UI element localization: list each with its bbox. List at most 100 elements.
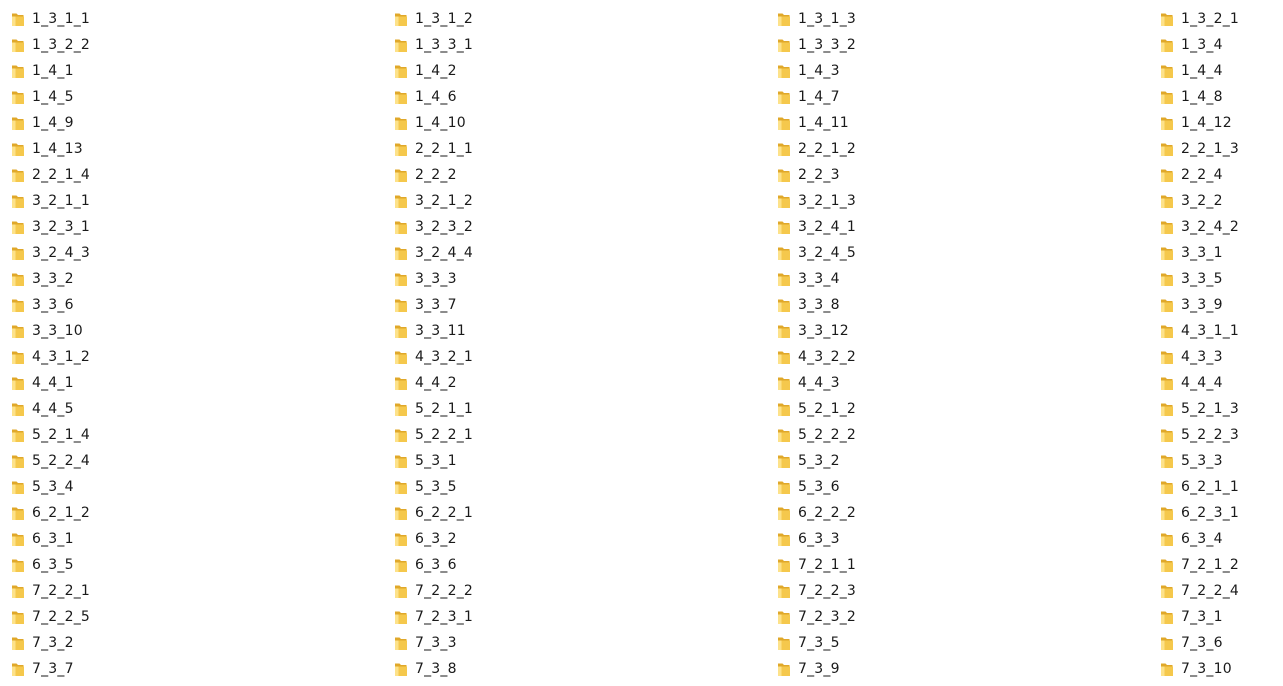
folder-item[interactable]: 5_2_1_4	[8, 422, 388, 448]
folder-item[interactable]: 6_3_3	[774, 526, 1154, 552]
folder-item[interactable]: 5_2_2_3	[1157, 422, 1283, 448]
folder-item[interactable]: 1_4_7	[774, 84, 1154, 110]
folder-item[interactable]: 7_2_3_2	[774, 604, 1154, 630]
folder-item[interactable]: 4_4_4	[1157, 370, 1283, 396]
folder-item[interactable]: 7_2_3_1	[391, 604, 771, 630]
folder-item[interactable]: 1_3_4	[1157, 32, 1283, 58]
folder-item[interactable]: 2_2_4	[1157, 162, 1283, 188]
folder-item[interactable]: 4_4_5	[8, 396, 388, 422]
folder-item[interactable]: 7_3_7	[8, 656, 388, 682]
folder-item[interactable]: 7_2_2_2	[391, 578, 771, 604]
folder-item[interactable]: 5_3_5	[391, 474, 771, 500]
folder-item[interactable]: 6_3_2	[391, 526, 771, 552]
folder-item[interactable]: 4_3_1_1	[1157, 318, 1283, 344]
folder-item[interactable]: 3_2_4_4	[391, 240, 771, 266]
folder-item[interactable]: 3_3_8	[774, 292, 1154, 318]
folder-item[interactable]: 3_2_1_2	[391, 188, 771, 214]
folder-item[interactable]: 4_3_3	[1157, 344, 1283, 370]
folder-item[interactable]: 7_2_1_1	[774, 552, 1154, 578]
folder-item[interactable]: 3_3_11	[391, 318, 771, 344]
folder-item[interactable]: 3_3_9	[1157, 292, 1283, 318]
folder-item[interactable]: 5_2_1_1	[391, 396, 771, 422]
folder-item[interactable]: 6_3_6	[391, 552, 771, 578]
folder-item[interactable]: 6_2_1_1	[1157, 474, 1283, 500]
folder-item[interactable]: 7_2_1_2	[1157, 552, 1283, 578]
folder-item[interactable]: 3_2_4_3	[8, 240, 388, 266]
folder-item[interactable]: 4_4_3	[774, 370, 1154, 396]
folder-item[interactable]: 3_2_4_2	[1157, 214, 1283, 240]
folder-item[interactable]: 3_3_2	[8, 266, 388, 292]
folder-item[interactable]: 3_3_6	[8, 292, 388, 318]
folder-item[interactable]: 3_2_4_1	[774, 214, 1154, 240]
folder-item[interactable]: 1_4_4	[1157, 58, 1283, 84]
folder-item[interactable]: 1_4_9	[8, 110, 388, 136]
folder-item[interactable]: 5_2_2_4	[8, 448, 388, 474]
folder-item[interactable]: 1_4_11	[774, 110, 1154, 136]
folder-item[interactable]: 5_2_2_1	[391, 422, 771, 448]
folder-item[interactable]: 1_3_1_1	[8, 6, 388, 32]
folder-item[interactable]: 1_3_1_3	[774, 6, 1154, 32]
folder-item[interactable]: 6_2_2_1	[391, 500, 771, 526]
folder-item[interactable]: 2_2_2	[391, 162, 771, 188]
folder-item[interactable]: 3_3_12	[774, 318, 1154, 344]
folder-item[interactable]: 5_3_2	[774, 448, 1154, 474]
folder-item[interactable]: 3_2_3_2	[391, 214, 771, 240]
folder-item[interactable]: 7_3_10	[1157, 656, 1283, 682]
folder-item[interactable]: 4_4_2	[391, 370, 771, 396]
folder-item[interactable]: 7_3_6	[1157, 630, 1283, 656]
folder-item[interactable]: 3_3_7	[391, 292, 771, 318]
folder-item[interactable]: 6_3_1	[8, 526, 388, 552]
folder-item[interactable]: 7_2_2_1	[8, 578, 388, 604]
folder-item[interactable]: 4_3_2_2	[774, 344, 1154, 370]
folder-item[interactable]: 6_2_3_1	[1157, 500, 1283, 526]
folder-item[interactable]: 5_3_1	[391, 448, 771, 474]
folder-item[interactable]: 7_3_1	[1157, 604, 1283, 630]
folder-item[interactable]: 1_4_6	[391, 84, 771, 110]
folder-item[interactable]: 6_3_5	[8, 552, 388, 578]
folder-item[interactable]: 2_2_1_2	[774, 136, 1154, 162]
folder-item[interactable]: 1_4_12	[1157, 110, 1283, 136]
folder-item[interactable]: 4_3_1_2	[8, 344, 388, 370]
folder-item[interactable]: 7_3_3	[391, 630, 771, 656]
folder-item[interactable]: 2_2_1_1	[391, 136, 771, 162]
folder-item[interactable]: 1_4_3	[774, 58, 1154, 84]
folder-item[interactable]: 5_3_3	[1157, 448, 1283, 474]
folder-item[interactable]: 4_4_1	[8, 370, 388, 396]
folder-item[interactable]: 6_2_1_2	[8, 500, 388, 526]
folder-item[interactable]: 7_2_2_5	[8, 604, 388, 630]
folder-item[interactable]: 1_3_2_2	[8, 32, 388, 58]
folder-item[interactable]: 3_2_2	[1157, 188, 1283, 214]
folder-item[interactable]: 2_2_1_4	[8, 162, 388, 188]
folder-item[interactable]: 1_4_13	[8, 136, 388, 162]
folder-item[interactable]: 7_3_9	[774, 656, 1154, 682]
folder-item[interactable]: 7_3_2	[8, 630, 388, 656]
folder-item[interactable]: 1_4_2	[391, 58, 771, 84]
folder-item[interactable]: 1_3_2_1	[1157, 6, 1283, 32]
folder-item[interactable]: 4_3_2_1	[391, 344, 771, 370]
folder-item[interactable]: 1_4_10	[391, 110, 771, 136]
folder-item[interactable]: 1_3_3_1	[391, 32, 771, 58]
folder-item[interactable]: 7_3_8	[391, 656, 771, 682]
folder-item[interactable]: 6_3_4	[1157, 526, 1283, 552]
folder-item[interactable]: 7_2_2_4	[1157, 578, 1283, 604]
folder-item[interactable]: 5_3_4	[8, 474, 388, 500]
folder-item[interactable]: 5_2_2_2	[774, 422, 1154, 448]
folder-item[interactable]: 1_4_8	[1157, 84, 1283, 110]
folder-item[interactable]: 3_3_4	[774, 266, 1154, 292]
folder-item[interactable]: 3_2_1_1	[8, 188, 388, 214]
folder-item[interactable]: 3_2_1_3	[774, 188, 1154, 214]
folder-item[interactable]: 2_2_3	[774, 162, 1154, 188]
folder-item[interactable]: 6_2_2_2	[774, 500, 1154, 526]
folder-item[interactable]: 7_3_5	[774, 630, 1154, 656]
folder-item[interactable]: 3_3_5	[1157, 266, 1283, 292]
folder-item[interactable]: 1_4_5	[8, 84, 388, 110]
folder-item[interactable]: 3_3_10	[8, 318, 388, 344]
folder-item[interactable]: 2_2_1_3	[1157, 136, 1283, 162]
folder-item[interactable]: 3_3_1	[1157, 240, 1283, 266]
folder-item[interactable]: 5_2_1_2	[774, 396, 1154, 422]
folder-item[interactable]: 5_2_1_3	[1157, 396, 1283, 422]
folder-item[interactable]: 3_2_3_1	[8, 214, 388, 240]
folder-item[interactable]: 5_3_6	[774, 474, 1154, 500]
folder-item[interactable]: 3_2_4_5	[774, 240, 1154, 266]
folder-item[interactable]: 1_4_1	[8, 58, 388, 84]
